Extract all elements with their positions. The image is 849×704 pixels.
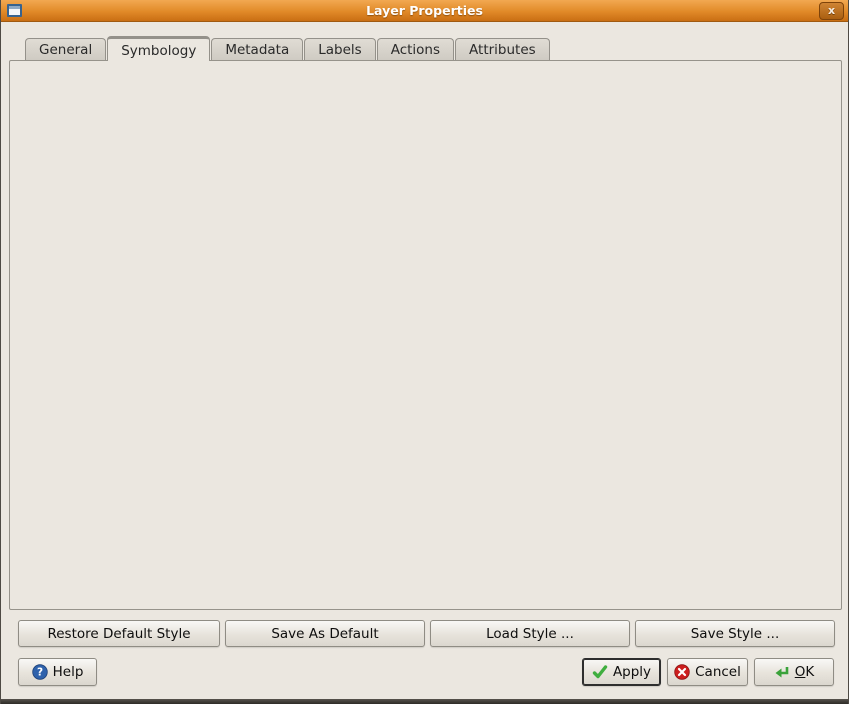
tab-labels[interactable]: Labels [304,38,375,60]
help-icon: ? [32,664,48,680]
cancel-button-label: Cancel [695,664,741,680]
help-button-label: Help [53,664,84,680]
tab-attributes[interactable]: Attributes [455,38,550,60]
restore-default-style-button[interactable]: Restore Default Style [18,620,220,647]
window-bottom-border [1,699,848,704]
cancel-button[interactable]: Cancel [667,658,748,686]
symbology-tab-page [9,60,842,610]
save-as-default-button[interactable]: Save As Default [225,620,425,647]
load-style-button[interactable]: Load Style ... [430,620,630,647]
apply-button-label: Apply [613,664,651,680]
save-style-button[interactable]: Save Style ... [635,620,835,647]
help-button[interactable]: ? Help [18,658,97,686]
cancel-icon [674,664,690,680]
layer-properties-dialog: Layer Properties x General Symbology Met… [0,0,849,704]
close-icon[interactable]: x [819,2,844,20]
tab-general[interactable]: General [25,38,106,60]
tab-bar: General Symbology Metadata Labels Action… [25,36,551,61]
tab-symbology[interactable]: Symbology [107,36,210,61]
ok-button[interactable]: OK [754,658,834,686]
window-title: Layer Properties [1,3,848,18]
tab-actions[interactable]: Actions [377,38,454,60]
apply-check-icon [592,664,608,680]
svg-text:?: ? [37,667,43,679]
apply-button[interactable]: Apply [582,658,661,686]
titlebar: Layer Properties x [1,0,848,22]
ok-return-arrow-icon [774,664,790,680]
tab-metadata[interactable]: Metadata [211,38,303,60]
ok-button-label: OK [795,664,815,680]
